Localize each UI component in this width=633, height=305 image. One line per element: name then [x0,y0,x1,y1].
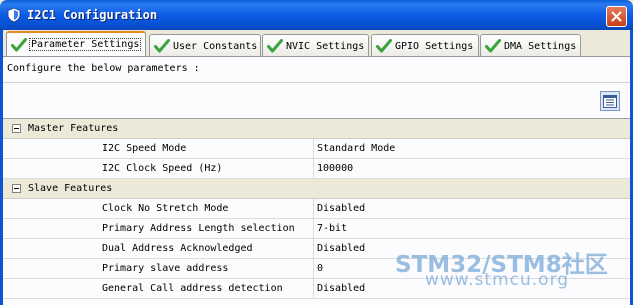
property-row[interactable]: I2C Clock Speed (Hz) 100000 [3,159,630,179]
property-row[interactable]: Primary slave address 0 [3,259,630,279]
close-button[interactable] [606,6,627,27]
property-row[interactable]: I2C Speed Mode Standard Mode [3,139,630,159]
tab-gpio-settings[interactable]: GPIO Settings [371,34,479,56]
tab-label: User Constants [173,40,258,52]
list-view-icon [603,94,617,108]
property-value[interactable]: 0 [317,263,323,274]
property-value[interactable]: Disabled [317,203,365,214]
property-name: Primary Address Length selection [102,223,295,234]
category-label: Slave Features [28,183,113,194]
property-name: Dual Address Acknowledged [102,243,253,254]
property-grid: Master Features I2C Speed Mode Standard … [3,119,630,299]
divider [313,139,314,158]
tab-label: GPIO Settings [395,40,474,52]
parameter-panel: Configure the below parameters : Master … [3,56,630,305]
check-icon [154,38,170,52]
divider [3,82,630,83]
divider [313,259,314,278]
tab-dma-settings[interactable]: DMA Settings [480,34,581,56]
property-row[interactable]: Primary Address Length selection 7-bit [3,219,630,239]
check-icon [267,38,283,52]
divider [313,279,314,298]
collapse-icon[interactable] [12,124,21,133]
title-bar[interactable]: I2C1 Configuration [0,0,633,30]
property-row[interactable]: Dual Address Acknowledged Disabled [3,239,630,259]
divider [313,239,314,258]
divider [313,159,314,178]
property-name: I2C Speed Mode [102,143,187,154]
tab-nvic-settings[interactable]: NVIC Settings [262,34,369,56]
property-name: Clock No Stretch Mode [102,203,229,214]
category-label: Master Features [28,123,119,134]
tab-label: NVIC Settings [286,40,365,52]
check-icon [485,38,501,52]
divider [313,199,314,218]
collapse-icon[interactable] [12,184,21,193]
property-name: Primary slave address [102,263,229,274]
property-value[interactable]: Standard Mode [317,143,395,154]
property-row[interactable]: General Call address detection Disabled [3,279,630,299]
check-icon [11,37,27,51]
list-view-button[interactable] [600,91,620,111]
property-value[interactable]: Disabled [317,243,365,254]
tab-strip: Parameter Settings User Constants NVIC S… [3,30,630,56]
window-title: I2C1 Configuration [27,8,158,22]
property-value[interactable]: Disabled [317,283,365,294]
tab-label: DMA Settings [504,40,577,52]
divider [313,219,314,238]
category-master-features[interactable]: Master Features [3,119,630,139]
property-value[interactable]: 7-bit [317,223,347,234]
property-name: I2C Clock Speed (Hz) [102,163,223,174]
property-row[interactable]: Clock No Stretch Mode Disabled [3,199,630,219]
category-slave-features[interactable]: Slave Features [3,179,630,199]
property-name: General Call address detection [102,283,283,294]
close-icon [611,11,622,22]
tab-user-constants[interactable]: User Constants [149,34,261,56]
check-icon [376,38,392,52]
property-value[interactable]: 100000 [317,163,353,174]
tab-parameter-settings[interactable]: Parameter Settings [6,31,146,56]
tab-label: Parameter Settings [28,38,142,51]
instruction-text: Configure the below parameters : [7,63,200,74]
app-icon [7,7,21,23]
